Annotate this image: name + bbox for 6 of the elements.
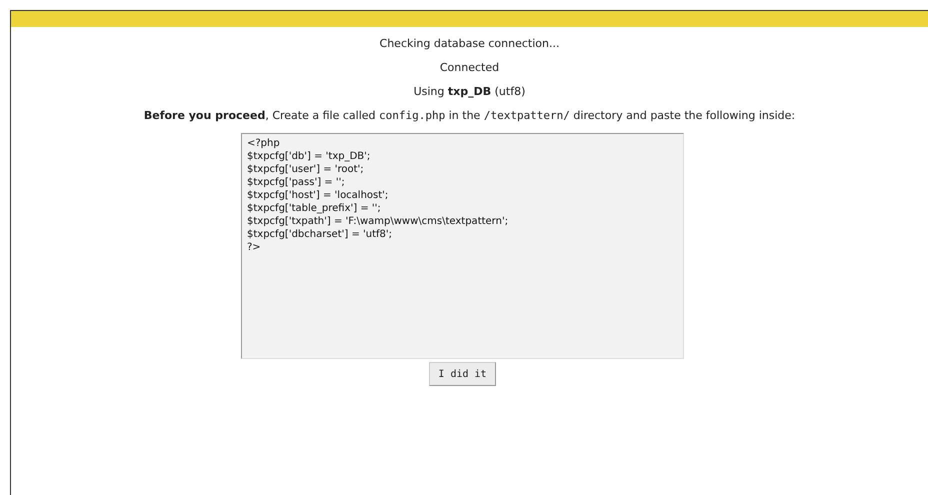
i-did-it-button[interactable]: I did it bbox=[429, 362, 496, 386]
status-text: Using txp_DB (utf8) bbox=[414, 85, 526, 99]
instruction-text: Before you proceed, Create a file called config.php in the /textpattern/ directory and paste the following inside: bbox=[144, 109, 796, 123]
status-text: Connected bbox=[440, 61, 500, 75]
status-text: Checking database connection... bbox=[380, 37, 560, 51]
config-code-field[interactable]: <?php $txpcfg['db'] = 'txp_DB'; $txpcfg['user'] = 'root'; $txpcfg['pass'] = ''; $txpcfg['host'] = 'localhost'; $txpcfg['table_prefix'] = ''; $txpcfg['txpath'] = 'F:\wamp\www\cms\textpattern'; $txpcfg['dbcharset'] = 'utf8'; ?> bbox=[241, 133, 684, 359]
